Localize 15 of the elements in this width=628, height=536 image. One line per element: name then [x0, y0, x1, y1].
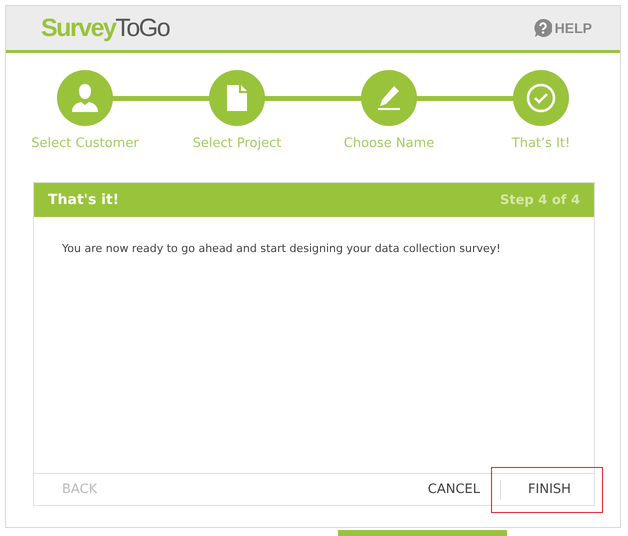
step-label: Select Project	[192, 136, 282, 151]
finish-button[interactable]: FINISH	[500, 480, 598, 500]
panel-title: That's it!	[48, 192, 120, 208]
document-icon	[227, 85, 247, 111]
pencil-icon	[376, 85, 402, 111]
message-text: You are now ready to go ahead and start designing your data collection survey!	[62, 242, 501, 255]
step-counter: Step 4 of 4	[500, 192, 580, 208]
cancel-button[interactable]: CANCEL	[416, 474, 492, 505]
step-label: Choose Name	[344, 136, 434, 151]
help-icon[interactable]	[534, 19, 552, 37]
logo: SurveyToGo	[41, 14, 170, 42]
step-label: Select Customer	[31, 136, 139, 151]
check-circle-icon	[526, 83, 556, 113]
person-icon	[72, 84, 98, 112]
step-label: That’s It!	[512, 136, 570, 151]
